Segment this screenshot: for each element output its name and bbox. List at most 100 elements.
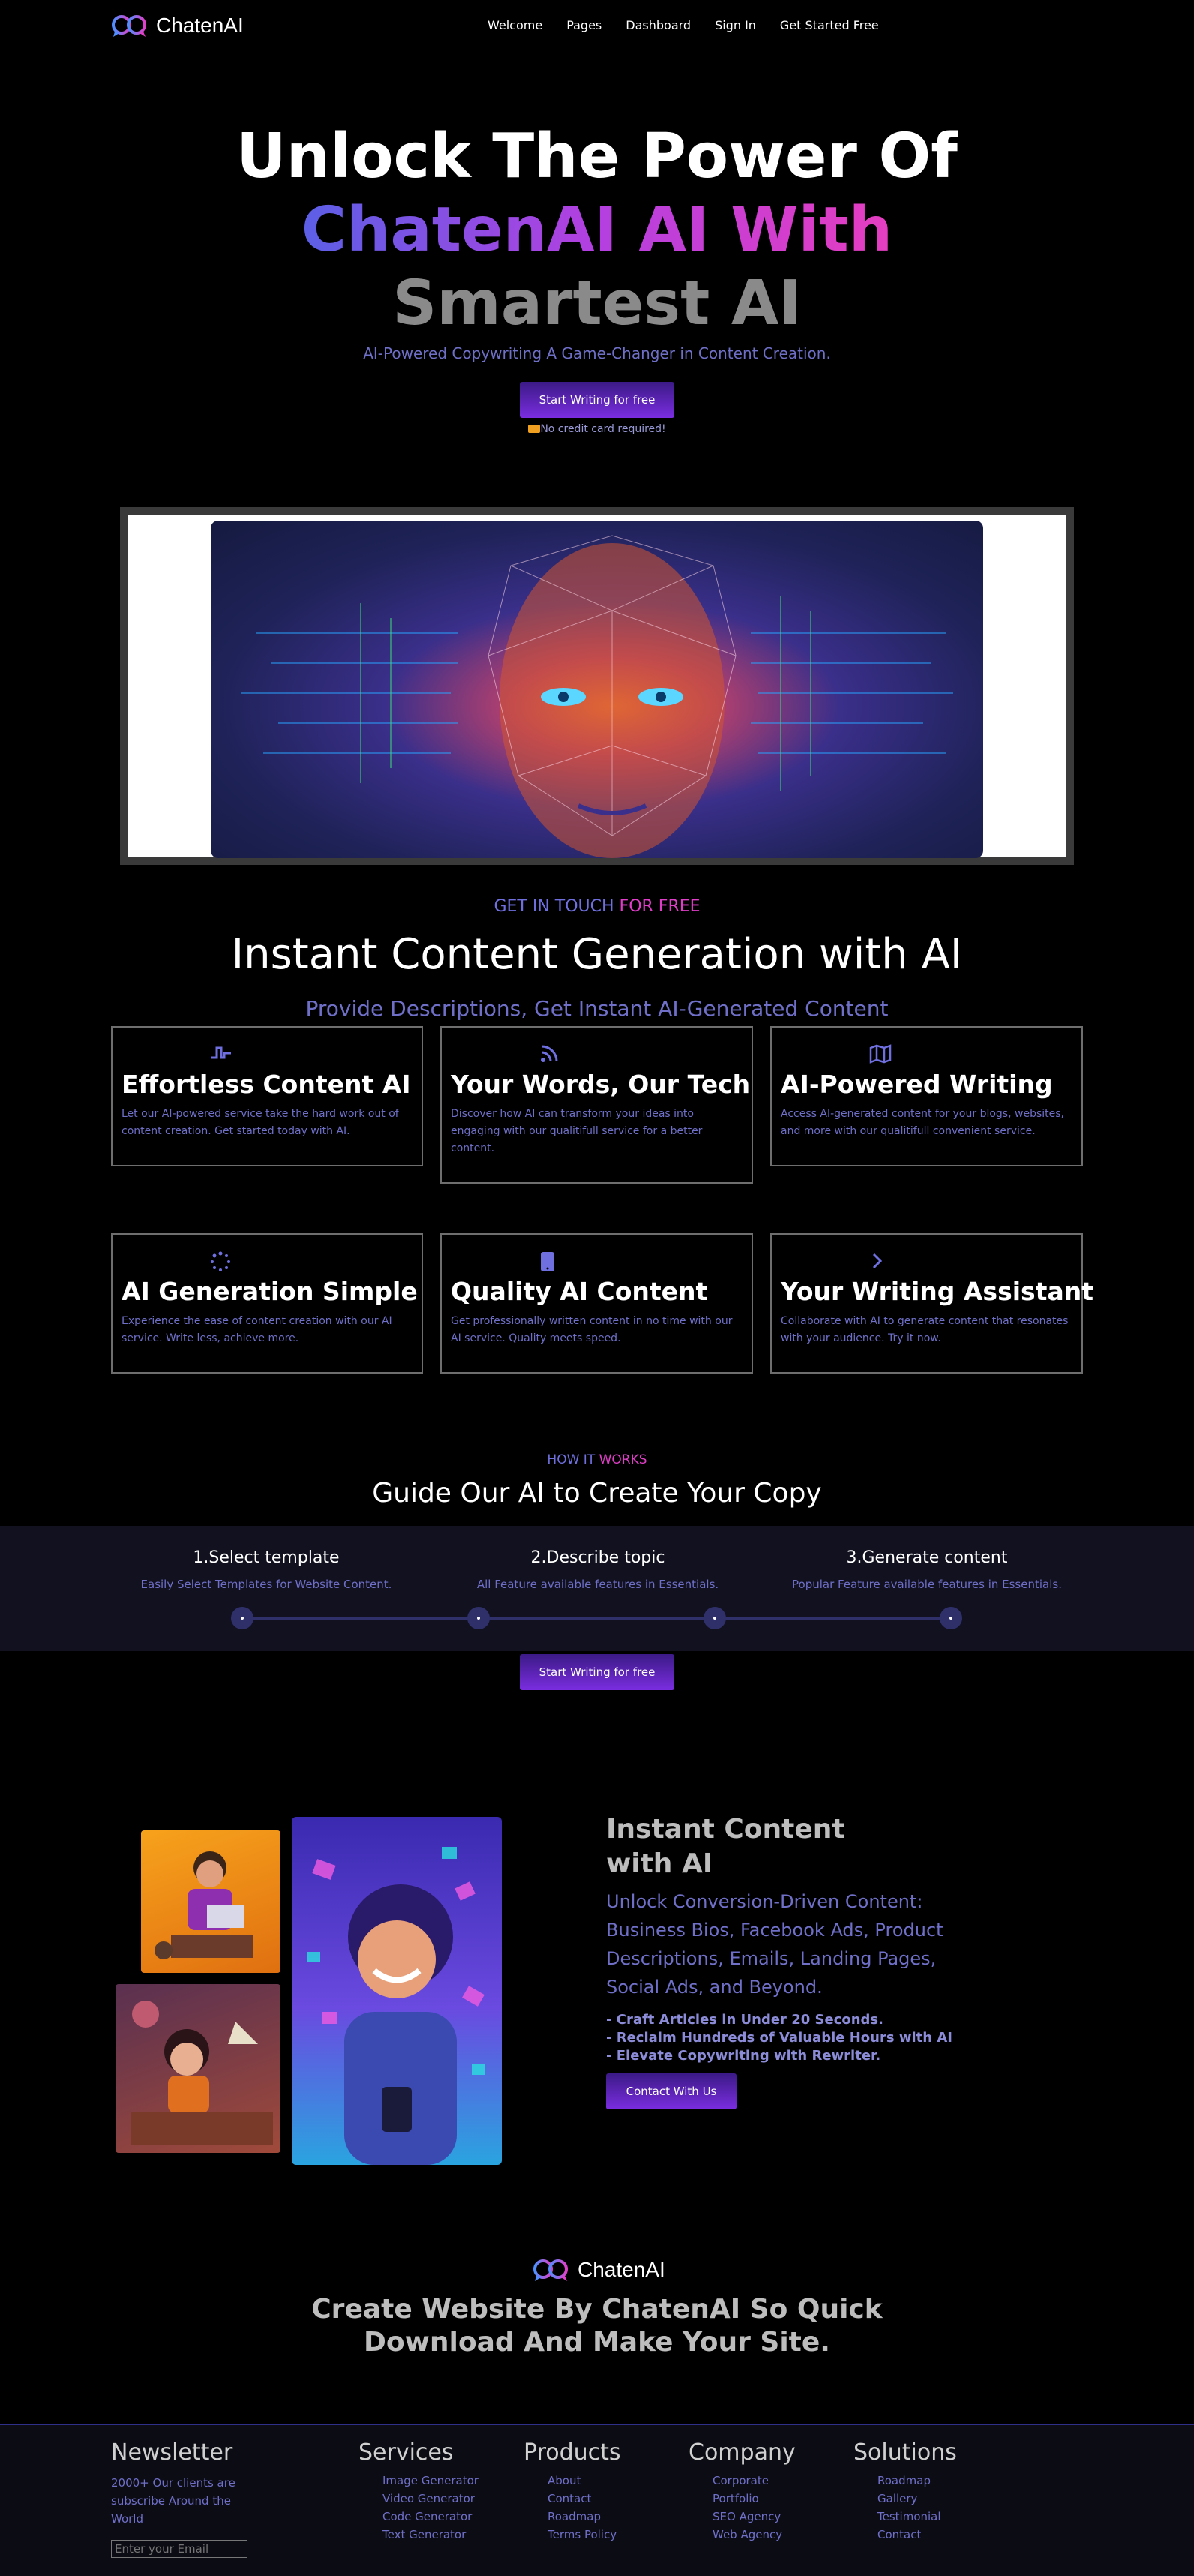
- step-2-title: 2.Describe topic: [530, 1548, 665, 1567]
- feature-card-generation-simple: AI Generation Simple Experience the ease…: [111, 1233, 423, 1374]
- how-it-works-kicker: HOW IT WORKS: [0, 1452, 1194, 1467]
- card-desc: Let our AI-powered service take the hard…: [122, 1108, 399, 1137]
- kicker-part-b: WORKS: [598, 1452, 647, 1467]
- card-desc: Experience the ease of content creation …: [122, 1315, 392, 1344]
- chat-bubbles-logo-icon: [533, 2259, 568, 2281]
- nav-dashboard[interactable]: Dashboard: [626, 18, 691, 32]
- footer-column-title: Company: [688, 2439, 796, 2466]
- newsletter-email-input[interactable]: [111, 2540, 248, 2558]
- feature-subtitle: Unlock Conversion-Driven Content: Busine…: [606, 1891, 944, 1998]
- no-card-text: No credit card required!: [540, 423, 666, 435]
- newsletter-text: 2000+ Our clients are subscribe Around t…: [111, 2476, 236, 2526]
- footer-link[interactable]: Text Generator: [382, 2526, 478, 2544]
- footer-link[interactable]: Gallery: [878, 2490, 957, 2508]
- step-1-title: 1.Select template: [193, 1548, 340, 1567]
- start-writing-button[interactable]: Start Writing for free: [520, 382, 674, 418]
- card-title: Effortless Content AI: [122, 1070, 411, 1099]
- bottom-cta-line1: Create Website By ChatenAI So Quick: [311, 2294, 883, 2325]
- illustration-woman-phone: [292, 1817, 502, 2165]
- brand-name: ChatenAI: [156, 14, 244, 37]
- feature-card-your-words: Your Words, Our Tech Discover how AI can…: [440, 1026, 753, 1184]
- hero-image-frame: [120, 507, 1074, 865]
- card-desc: Get professionally written content in no…: [451, 1315, 733, 1344]
- hero-title-line2: ChatenAI AI With: [301, 194, 893, 266]
- brand-logo[interactable]: ChatenAI: [111, 12, 244, 39]
- footer-link[interactable]: Terms Policy: [548, 2526, 621, 2544]
- feature-bullet: - Elevate Copywriting with Rewriter.: [606, 2048, 881, 2064]
- hero-title: Unlock The Power Of ChatenAI AI With Sma…: [0, 120, 1194, 341]
- kicker-part-a: GET IN TOUCH: [494, 897, 614, 916]
- feature-card-effortless: Effortless Content AI Let our AI-powered…: [111, 1026, 423, 1166]
- no-card-note: No credit card required!: [0, 423, 1194, 435]
- step-2-desc: All Feature available features in Essent…: [476, 1578, 719, 1591]
- step-dot: [467, 1607, 490, 1629]
- step-dot: [940, 1607, 962, 1629]
- map-icon: [869, 1044, 892, 1064]
- kicker-part-a: HOW IT: [547, 1452, 596, 1467]
- footer-column-solutions: Solutions Roadmap Gallery Testimonial Co…: [854, 2439, 957, 2544]
- card-title: Your Words, Our Tech: [451, 1070, 751, 1099]
- rss-icon: [541, 1045, 558, 1062]
- footer-link[interactable]: Roadmap: [878, 2472, 957, 2490]
- newsletter-title: Newsletter: [111, 2439, 233, 2466]
- bottom-cta-line2: Download And Make Your Site.: [364, 2327, 830, 2358]
- card-desc: Access AI-generated content for your blo…: [781, 1108, 1064, 1137]
- step-1-desc: Easily Select Templates for Website Cont…: [140, 1578, 392, 1591]
- footer-link[interactable]: Testimonial: [878, 2508, 957, 2526]
- step-3-desc: Popular Feature available features in Es…: [792, 1578, 1062, 1591]
- steps-progress-track: [242, 1617, 951, 1620]
- step-3-title: 3.Generate content: [846, 1548, 1008, 1567]
- footer-column-products: Products About Contact Roadmap Terms Pol…: [524, 2439, 621, 2544]
- footer-link[interactable]: Contact: [878, 2526, 957, 2544]
- how-it-works-title: Guide Our AI to Create Your Copy: [372, 1478, 822, 1509]
- footer-link[interactable]: Contact: [548, 2490, 621, 2508]
- hero-subtitle: AI-Powered Copywriting A Game-Changer in…: [363, 344, 831, 362]
- footer-column-title: Solutions: [854, 2439, 957, 2466]
- step-dot: [231, 1607, 254, 1629]
- nav-pages[interactable]: Pages: [566, 18, 602, 32]
- footer-link[interactable]: Image Generator: [382, 2472, 478, 2490]
- chevron-right-icon: [872, 1253, 883, 1269]
- loader-icon: [211, 1251, 230, 1271]
- hero-title-line3: Smartest AI: [392, 268, 802, 339]
- step-dot: [704, 1607, 726, 1629]
- footer-link[interactable]: Corporate: [712, 2472, 796, 2490]
- feature-bullets: - Craft Articles in Under 20 Seconds. - …: [606, 2011, 952, 2065]
- card-desc: Discover how AI can transform your ideas…: [451, 1108, 703, 1154]
- card-desc: Collaborate with AI to generate content …: [781, 1315, 1069, 1344]
- nav-get-started[interactable]: Get Started Free: [780, 18, 879, 32]
- footer-link[interactable]: Web Agency: [712, 2526, 796, 2544]
- card-title: AI-Powered Writing: [781, 1070, 1053, 1099]
- card-title: Quality AI Content: [451, 1277, 708, 1306]
- nav-sign-in[interactable]: Sign In: [715, 18, 756, 32]
- illustration-man-laptop: [141, 1830, 280, 1973]
- main-nav: Welcome Pages Dashboard Sign In Get Star…: [488, 18, 879, 32]
- footer-logo[interactable]: ChatenAI: [532, 2256, 665, 2283]
- feature-bullet: - Craft Articles in Under 20 Seconds.: [606, 2012, 884, 2028]
- footer-link[interactable]: Roadmap: [548, 2508, 621, 2526]
- card-title: AI Generation Simple: [122, 1277, 418, 1306]
- footer-link[interactable]: Code Generator: [382, 2508, 478, 2526]
- illustration-girl-drawing: [116, 1984, 280, 2153]
- get-in-touch-kicker: GET IN TOUCH FOR FREE: [0, 897, 1194, 916]
- kicker-part-b: FOR FREE: [619, 897, 700, 916]
- feature-card-assistant: Your Writing Assistant Collaborate with …: [770, 1233, 1094, 1374]
- footer-column-company: Company Corporate Portfolio SEO Agency W…: [688, 2439, 796, 2544]
- content-generation-title: Instant Content Generation with AI: [231, 930, 963, 979]
- nav-welcome[interactable]: Welcome: [488, 18, 542, 32]
- footer-link[interactable]: About: [548, 2472, 621, 2490]
- feature-title: Instant Content with AI: [606, 1814, 845, 1879]
- credit-card-icon: [528, 425, 541, 433]
- brand-name: ChatenAI: [578, 2258, 665, 2281]
- start-writing-button-2[interactable]: Start Writing for free: [520, 1654, 674, 1690]
- footer-link[interactable]: Video Generator: [382, 2490, 478, 2508]
- hero-title-line1: Unlock The Power Of: [236, 121, 958, 192]
- content-generation-subtitle: Provide Descriptions, Get Instant AI-Gen…: [305, 996, 889, 1021]
- feature-card-quality: Quality AI Content Get professionally wr…: [440, 1233, 753, 1374]
- footer-column-title: Services: [358, 2439, 454, 2466]
- feature-bullet: - Reclaim Hundreds of Valuable Hours wit…: [606, 2030, 952, 2046]
- footer-link[interactable]: SEO Agency: [712, 2508, 796, 2526]
- contact-us-button[interactable]: Contact With Us: [606, 2073, 736, 2109]
- footer-link[interactable]: Portfolio: [712, 2490, 796, 2508]
- pulse-icon: [212, 1046, 231, 1059]
